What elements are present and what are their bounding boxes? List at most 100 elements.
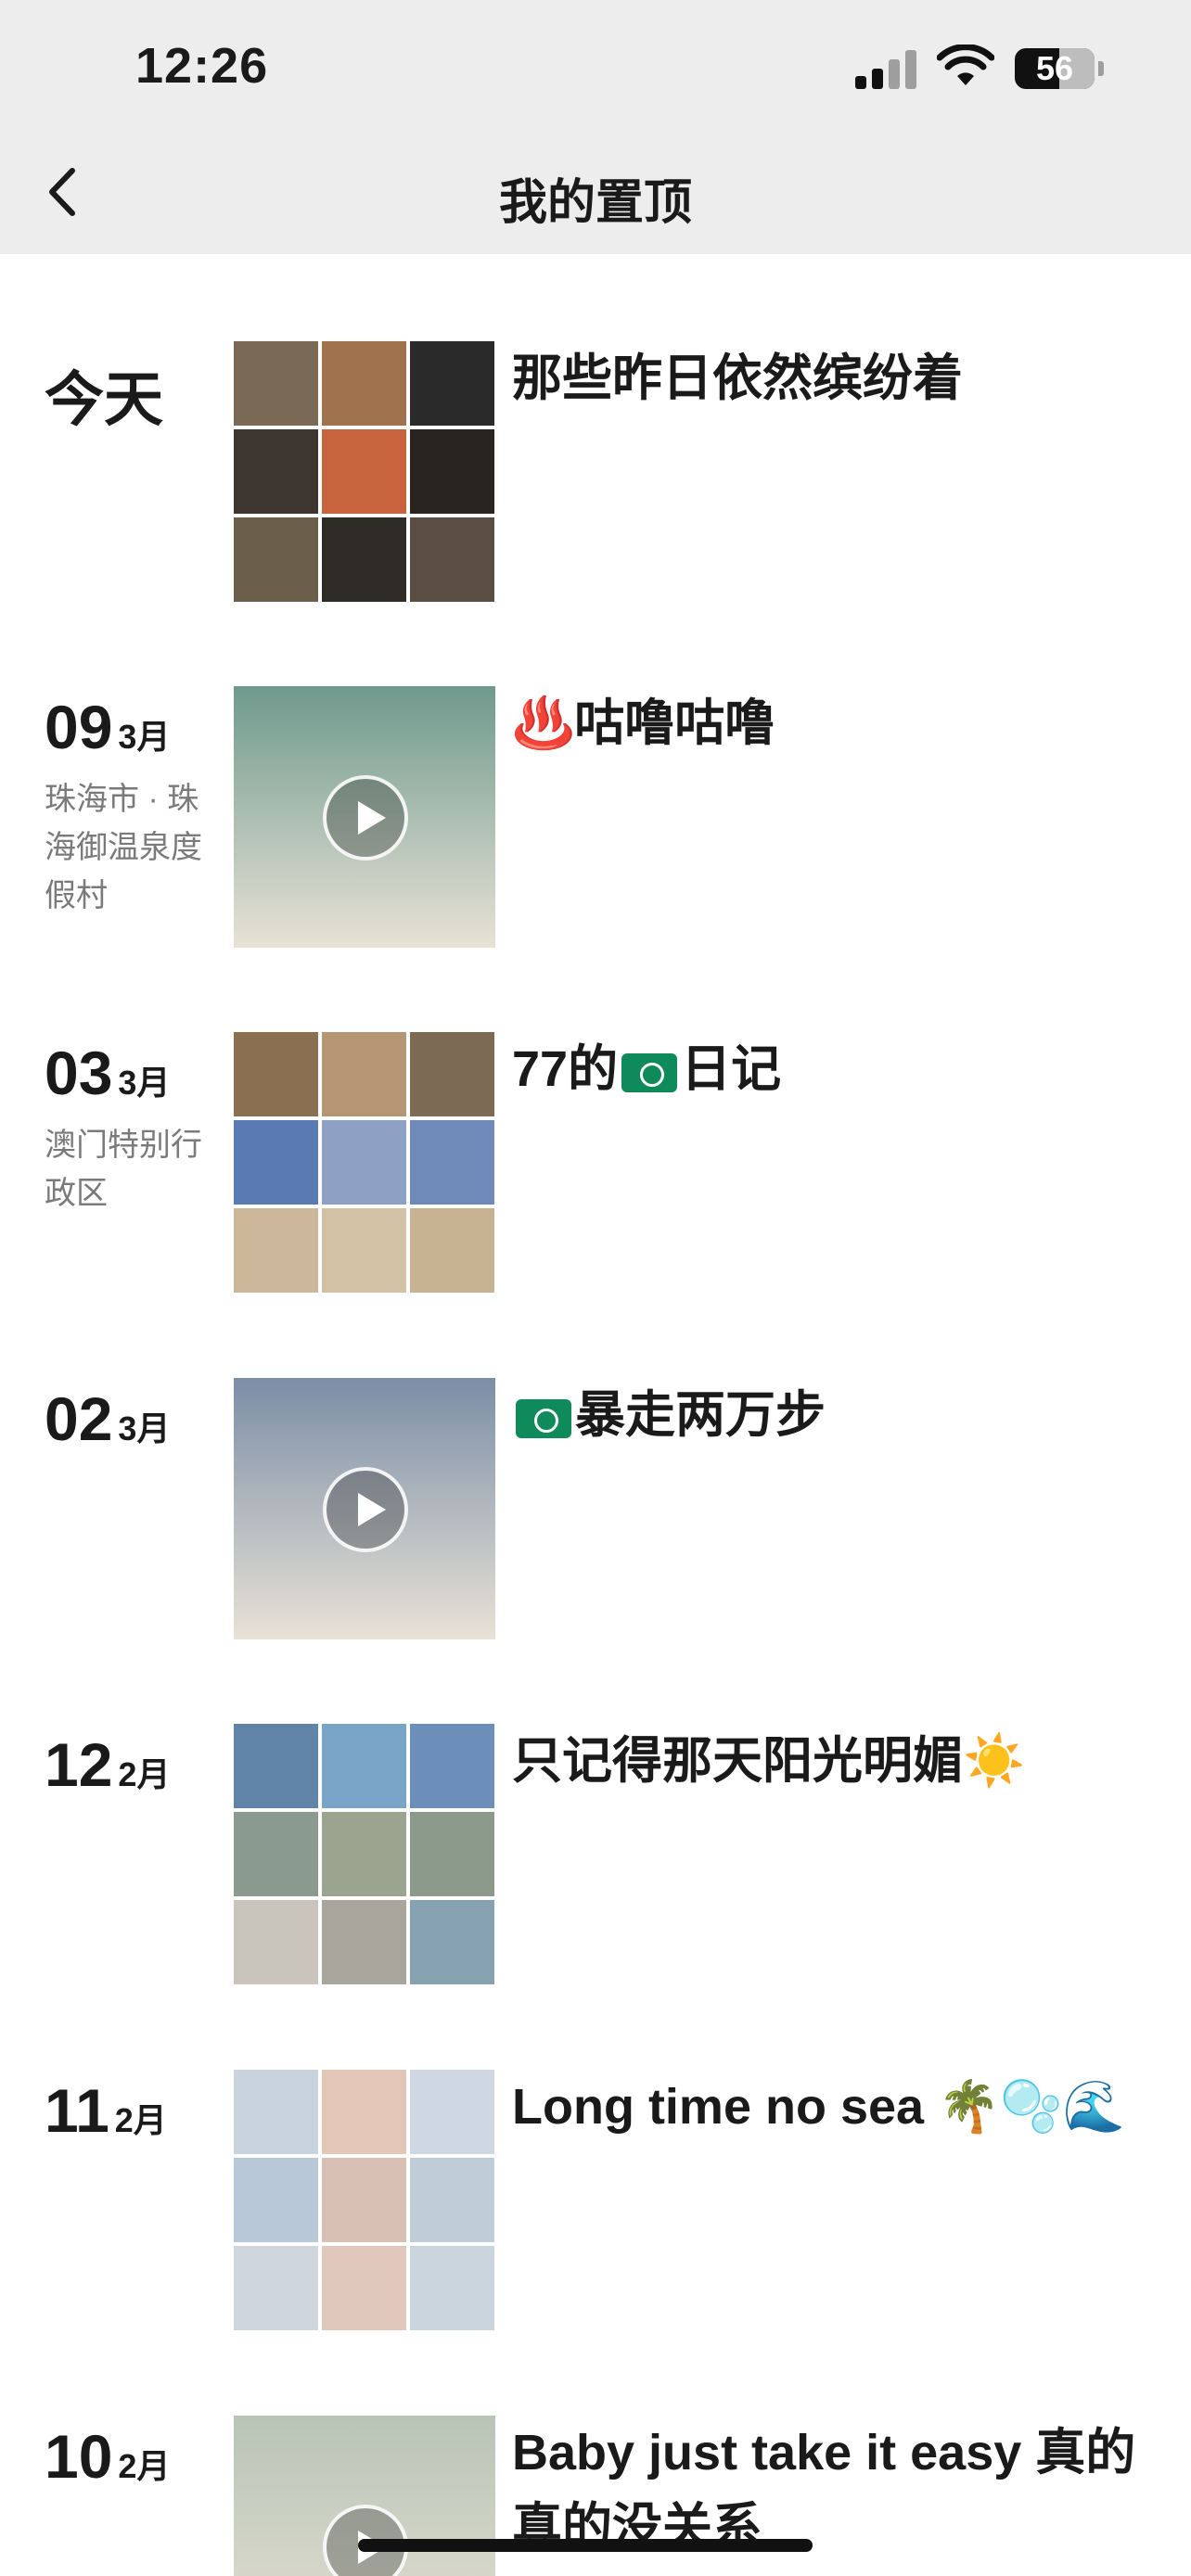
photo-thumbnail[interactable] <box>322 2070 406 2154</box>
photo-thumbnail[interactable] <box>410 2070 494 2154</box>
photo-thumbnail[interactable] <box>410 2246 494 2330</box>
post-date-day: 12 <box>45 1730 113 1799</box>
photo-thumbnail[interactable] <box>322 429 406 514</box>
post-date-month: 3月 <box>118 1409 171 1447</box>
post-date-day: 03 <box>45 1039 113 1107</box>
post-date-month: 3月 <box>118 1064 171 1102</box>
post-caption[interactable]: Long time no sea 🌴🫧🌊 <box>512 2070 1143 2144</box>
post-video-thumbnail[interactable] <box>234 1378 495 1639</box>
battery-tip <box>1098 61 1104 76</box>
photo-thumbnail[interactable] <box>410 1724 494 1808</box>
photo-thumbnail[interactable] <box>234 517 318 602</box>
post-caption-text: 暴走两万步 <box>575 1387 826 1443</box>
photo-thumbnail[interactable] <box>322 1900 406 1984</box>
post-date-day: 10 <box>45 2422 113 2491</box>
photo-thumbnail[interactable] <box>234 2246 318 2330</box>
photo-thumbnail[interactable] <box>410 1032 494 1116</box>
post-date: 12 2月 <box>45 1729 170 1800</box>
photo-thumbnail[interactable] <box>234 1900 318 1984</box>
photo-thumbnail[interactable] <box>410 1812 494 1896</box>
photo-grid <box>234 1032 495 1294</box>
photo-thumbnail[interactable] <box>234 341 318 426</box>
post-row[interactable]: 09 3月珠海市 · 珠海御温泉度假村 ♨️咕噜咕噜 <box>0 686 1191 964</box>
photo-thumbnail[interactable] <box>234 1120 318 1205</box>
macau-flag-icon <box>621 1052 678 1092</box>
post-date: 03 3月 <box>45 1038 170 1108</box>
photo-thumbnail[interactable] <box>234 1812 318 1896</box>
post-photo-grid[interactable] <box>234 341 495 603</box>
post-caption-text: Long time no sea 🌴🫧🌊 <box>512 2079 1125 2135</box>
post-row[interactable]: 今天 那些昨日依然缤纷着 <box>0 341 1191 619</box>
photo-thumbnail[interactable] <box>410 1120 494 1205</box>
post-photo-grid[interactable] <box>234 2070 495 2331</box>
post-date-month: 2月 <box>118 1755 171 1793</box>
post-caption[interactable]: 77的 日记 <box>512 1032 1143 1106</box>
play-icon[interactable] <box>323 1467 408 1552</box>
post-date-day: 09 <box>45 693 113 761</box>
photo-thumbnail[interactable] <box>322 1724 406 1808</box>
photo-thumbnail[interactable] <box>322 1032 406 1116</box>
post-caption[interactable]: 暴走两万步 <box>512 1378 1143 1452</box>
play-icon[interactable] <box>323 775 408 861</box>
post-photo-grid[interactable] <box>234 1724 495 1985</box>
photo-grid <box>234 341 495 603</box>
post-caption-text: 77的 <box>512 1041 619 1097</box>
battery-level: 56 <box>1035 49 1074 87</box>
post-date-month: 2月 <box>118 2447 171 2485</box>
post-date-day: 02 <box>45 1384 113 1453</box>
photo-thumbnail[interactable] <box>322 2158 406 2242</box>
post-row[interactable]: 03 3月澳门特别行政区 77的 日记 <box>0 1032 1191 1310</box>
wifi-icon <box>937 45 994 85</box>
photo-thumbnail[interactable] <box>410 1208 494 1293</box>
photo-thumbnail[interactable] <box>322 517 406 602</box>
video-cover[interactable] <box>234 2416 495 2576</box>
photo-thumbnail[interactable] <box>234 1724 318 1808</box>
post-caption[interactable]: 只记得那天阳光明媚☀️ <box>512 1724 1143 1798</box>
photo-thumbnail[interactable] <box>322 341 406 426</box>
page-title: 我的置顶 <box>498 176 692 230</box>
photo-thumbnail[interactable] <box>322 1120 406 1205</box>
photo-thumbnail[interactable] <box>322 2246 406 2330</box>
post-row[interactable]: 02 3月 暴走两万步 <box>0 1378 1191 1656</box>
photo-thumbnail[interactable] <box>234 1208 318 1293</box>
post-date: 10 2月 <box>45 2421 170 2492</box>
photo-thumbnail[interactable] <box>234 2158 318 2242</box>
post-photo-grid[interactable] <box>234 1032 495 1294</box>
photo-thumbnail[interactable] <box>234 429 318 514</box>
post-row[interactable]: 10 2月 Baby just take it easy 真的真的没关系 <box>0 2416 1191 2576</box>
post-video-thumbnail[interactable] <box>234 686 495 948</box>
photo-thumbnail[interactable] <box>322 1208 406 1293</box>
post-date: 02 3月 <box>45 1384 170 1454</box>
post-caption-text: ♨️咕噜咕噜 <box>512 695 775 751</box>
post-video-thumbnail[interactable] <box>234 2416 495 2576</box>
post-date-day: 11 <box>45 2076 109 2145</box>
post-row[interactable]: 11 2月 Long time no sea 🌴🫧🌊 <box>0 2070 1191 2348</box>
post-caption-text: Baby just take it easy 真的真的没关系 <box>512 2425 1136 2555</box>
photo-thumbnail[interactable] <box>234 1032 318 1116</box>
post-date: 09 3月 <box>45 692 170 762</box>
post-location: 珠海市 · 珠海御温泉度假村 <box>45 782 202 913</box>
photo-grid <box>234 1724 495 1985</box>
top-bar: 12:26 56 我的置顶 <box>0 0 1191 254</box>
post-caption-text: 日记 <box>681 1041 782 1097</box>
photo-thumbnail[interactable] <box>410 517 494 602</box>
status-time: 12:26 <box>135 38 269 94</box>
post-location: 澳门特别行政区 <box>45 1128 202 1211</box>
video-cover[interactable] <box>234 1378 495 1639</box>
post-caption[interactable]: 那些昨日依然缤纷着 <box>512 341 1143 415</box>
post-caption[interactable]: ♨️咕噜咕噜 <box>512 686 1143 760</box>
post-caption-text: 那些昨日依然缤纷着 <box>512 351 963 406</box>
photo-thumbnail[interactable] <box>234 2070 318 2154</box>
photo-grid <box>234 2070 495 2331</box>
video-cover[interactable] <box>234 686 495 948</box>
photo-thumbnail[interactable] <box>322 1812 406 1896</box>
post-row[interactable]: 12 2月 只记得那天阳光明媚☀️ <box>0 1724 1191 2002</box>
photo-thumbnail[interactable] <box>410 341 494 426</box>
post-date-month: 2月 <box>114 2101 167 2139</box>
home-indicator <box>358 2539 813 2552</box>
photo-thumbnail[interactable] <box>410 2158 494 2242</box>
photo-thumbnail[interactable] <box>410 429 494 514</box>
photo-thumbnail[interactable] <box>410 1900 494 1984</box>
battery-icon: 56 <box>1015 48 1095 89</box>
post-date: 11 2月 <box>45 2075 167 2146</box>
